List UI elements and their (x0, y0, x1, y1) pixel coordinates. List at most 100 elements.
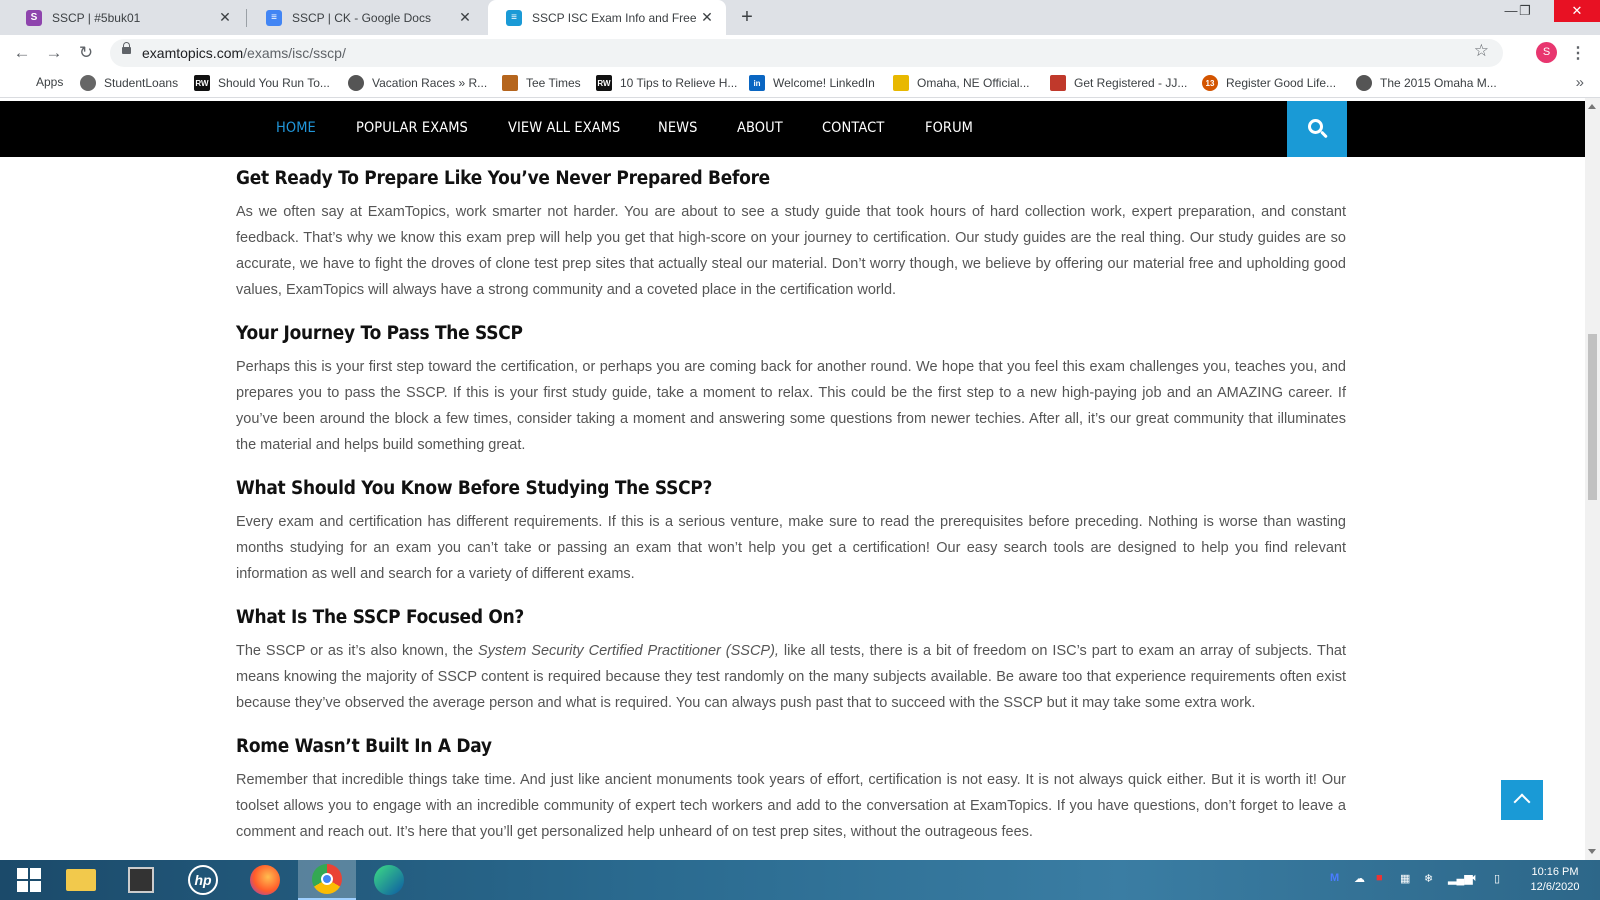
rw-icon: RW (194, 75, 210, 91)
examtopics-favicon-icon: ≡ (506, 9, 522, 26)
bookmark-label: Should You Run To... (218, 76, 330, 90)
new-tab-button[interactable]: + (736, 6, 758, 28)
page-scrollbar[interactable] (1585, 98, 1600, 860)
bookmark-tee-times[interactable]: Tee Times (502, 75, 581, 91)
bookmark-star-icon[interactable]: ☆ (1474, 41, 1489, 61)
address-bar[interactable]: examtopics.com/exams/isc/sscp/ ☆ (110, 39, 1503, 67)
volume-icon[interactable]: 🔈︎ (1472, 872, 1479, 885)
nav-news[interactable]: NEWS (658, 120, 697, 136)
file-explorer-button[interactable] (52, 860, 110, 900)
clock-date: 12/6/2020 (1530, 881, 1580, 893)
edge-button[interactable] (360, 860, 418, 900)
forward-button[interactable]: → (42, 41, 66, 65)
windows-taskbar: hp M ☁ ■ ▦ ❄ ▂▄▆ 🔈︎ ▯ 10:16 PM 12/6/2020 (0, 860, 1600, 900)
browser-tab-2[interactable]: ≡ SSCP | CK - Google Docs ✕ (248, 0, 484, 35)
tab-title: SSCP ISC Exam Info and Free Pra (532, 10, 698, 25)
section-body: Every exam and certification has differe… (236, 514, 1346, 582)
bookmark-omaha[interactable]: Omaha, NE Official... (893, 75, 1029, 91)
page-viewport: HOME POPULAR EXAMS VIEW ALL EXAMS NEWS A… (0, 98, 1585, 860)
bookmark-apps[interactable]: Apps (14, 75, 63, 89)
hp-icon: hp (188, 865, 218, 895)
nav-about[interactable]: ABOUT (737, 120, 783, 136)
tab-close-icon[interactable]: ✕ (698, 9, 716, 26)
bookmark-get-registered[interactable]: Get Registered - JJ... (1050, 75, 1187, 91)
golf-icon (502, 75, 518, 91)
lock-icon (122, 42, 131, 54)
bookmark-studentloans[interactable]: StudentLoans (80, 75, 178, 91)
nav-forum[interactable]: FORUM (925, 120, 973, 136)
cloud-tray-icon[interactable]: ☁ (1354, 872, 1365, 885)
bookmark-label: Get Registered - JJ... (1074, 76, 1188, 90)
snipping-tool-button[interactable] (112, 860, 170, 900)
site-navigation: HOME POPULAR EXAMS VIEW ALL EXAMS NEWS A… (0, 101, 1585, 157)
browser-toolbar: ← → ↻ examtopics.com/exams/isc/sscp/ ☆ S… (0, 35, 1600, 70)
nav-view-all-exams[interactable]: VIEW ALL EXAMS (508, 120, 620, 136)
close-window-button[interactable]: ✕ (1554, 0, 1600, 22)
section-body: Perhaps this is your first step toward t… (236, 359, 1346, 453)
chrome-button[interactable] (298, 860, 356, 900)
media-tray-icon[interactable]: ■ (1376, 872, 1383, 884)
tab-close-icon[interactable]: ✕ (216, 9, 234, 26)
bookmark-vacation-races[interactable]: Vacation Races » R... (348, 75, 487, 91)
bookmark-label: StudentLoans (104, 76, 179, 90)
nav-home[interactable]: HOME (276, 120, 316, 136)
bookmark-label: Vacation Races » R... (372, 76, 488, 90)
section-body: Remember that incredible things take tim… (236, 772, 1346, 840)
reload-button[interactable]: ↻ (74, 41, 98, 65)
back-button[interactable]: ← (10, 41, 34, 65)
start-button[interactable] (0, 860, 58, 900)
edge-icon (374, 865, 404, 895)
nav-popular-exams[interactable]: POPULAR EXAMS (356, 120, 468, 136)
bookmark-linkedin[interactable]: in Welcome! LinkedIn (749, 75, 875, 91)
profile-avatar[interactable]: S (1536, 42, 1557, 63)
tab-favicon-icon: S (26, 9, 42, 26)
wifi-icon[interactable]: ▂▄▆ (1448, 872, 1473, 885)
bookmark-should-you-run[interactable]: RW Should You Run To... (194, 75, 330, 91)
nav-contact[interactable]: CONTACT (822, 120, 884, 136)
scroll-down-arrow-icon[interactable] (1588, 849, 1596, 854)
snowflake-tray-icon[interactable]: ❄ (1424, 872, 1433, 885)
omaha-icon (893, 75, 909, 91)
battery-icon[interactable]: ▯ (1494, 872, 1500, 885)
tab-title: SSCP | #5buk01 (52, 10, 141, 25)
device-tray-icon[interactable]: ▦ (1400, 872, 1410, 885)
rw-icon: RW (596, 75, 612, 91)
clock-time: 10:16 PM (1531, 866, 1579, 878)
bookmark-label: Apps (36, 75, 64, 89)
browser-tab-3-active[interactable]: ≡ SSCP ISC Exam Info and Free Pra ✕ (488, 0, 726, 35)
restore-button[interactable]: ❐ (1514, 0, 1536, 22)
search-button[interactable] (1287, 101, 1347, 157)
browser-menu-icon[interactable]: ⋮ (1570, 43, 1586, 63)
scroll-up-arrow-icon[interactable] (1588, 104, 1596, 109)
bookmark-register-good-life[interactable]: 13 Register Good Life... (1202, 75, 1336, 91)
folder-icon (66, 869, 96, 891)
system-clock[interactable]: 10:16 PM 12/6/2020 (1520, 865, 1590, 895)
scroll-to-top-button[interactable] (1501, 780, 1543, 820)
sscp-full-name: System Security Certified Practitioner (… (478, 643, 779, 659)
bookmark-label: Omaha, NE Official... (917, 76, 1030, 90)
scrollbar-thumb[interactable] (1588, 334, 1597, 500)
bookmark-label: Tee Times (526, 76, 581, 90)
hp-button[interactable]: hp (174, 860, 232, 900)
globe-icon (1356, 75, 1372, 91)
tab-close-icon[interactable]: ✕ (456, 9, 474, 26)
firefox-icon (250, 865, 280, 895)
bookmark-10-tips[interactable]: RW 10 Tips to Relieve H... (596, 75, 737, 91)
section-heading: Rome Wasn’t Built In A Day (236, 736, 492, 757)
bookmark-omaha-marathon[interactable]: The 2015 Omaha M... (1356, 75, 1497, 91)
linkedin-icon: in (749, 75, 765, 91)
bookmarks-bar: Apps StudentLoans RW Should You Run To..… (0, 70, 1600, 98)
globe-icon (348, 75, 364, 91)
url-text: examtopics.com/exams/isc/sscp/ (142, 45, 346, 61)
apps-grid-icon (14, 75, 28, 89)
bookmarks-overflow-icon[interactable]: » (1576, 74, 1584, 91)
firefox-button[interactable] (236, 860, 294, 900)
section-heading: Your Journey To Pass The SSCP (236, 323, 523, 344)
globe-icon (80, 75, 96, 91)
bookmark-label: The 2015 Omaha M... (1380, 76, 1497, 90)
bookmark-label: Welcome! LinkedIn (773, 76, 875, 90)
browser-tab-1[interactable]: S SSCP | #5buk01 ✕ (8, 0, 244, 35)
google-docs-icon: ≡ (266, 9, 282, 26)
section-body: As we often say at ExamTopics, work smar… (236, 204, 1346, 298)
malwarebytes-tray-icon[interactable]: M (1330, 872, 1339, 884)
